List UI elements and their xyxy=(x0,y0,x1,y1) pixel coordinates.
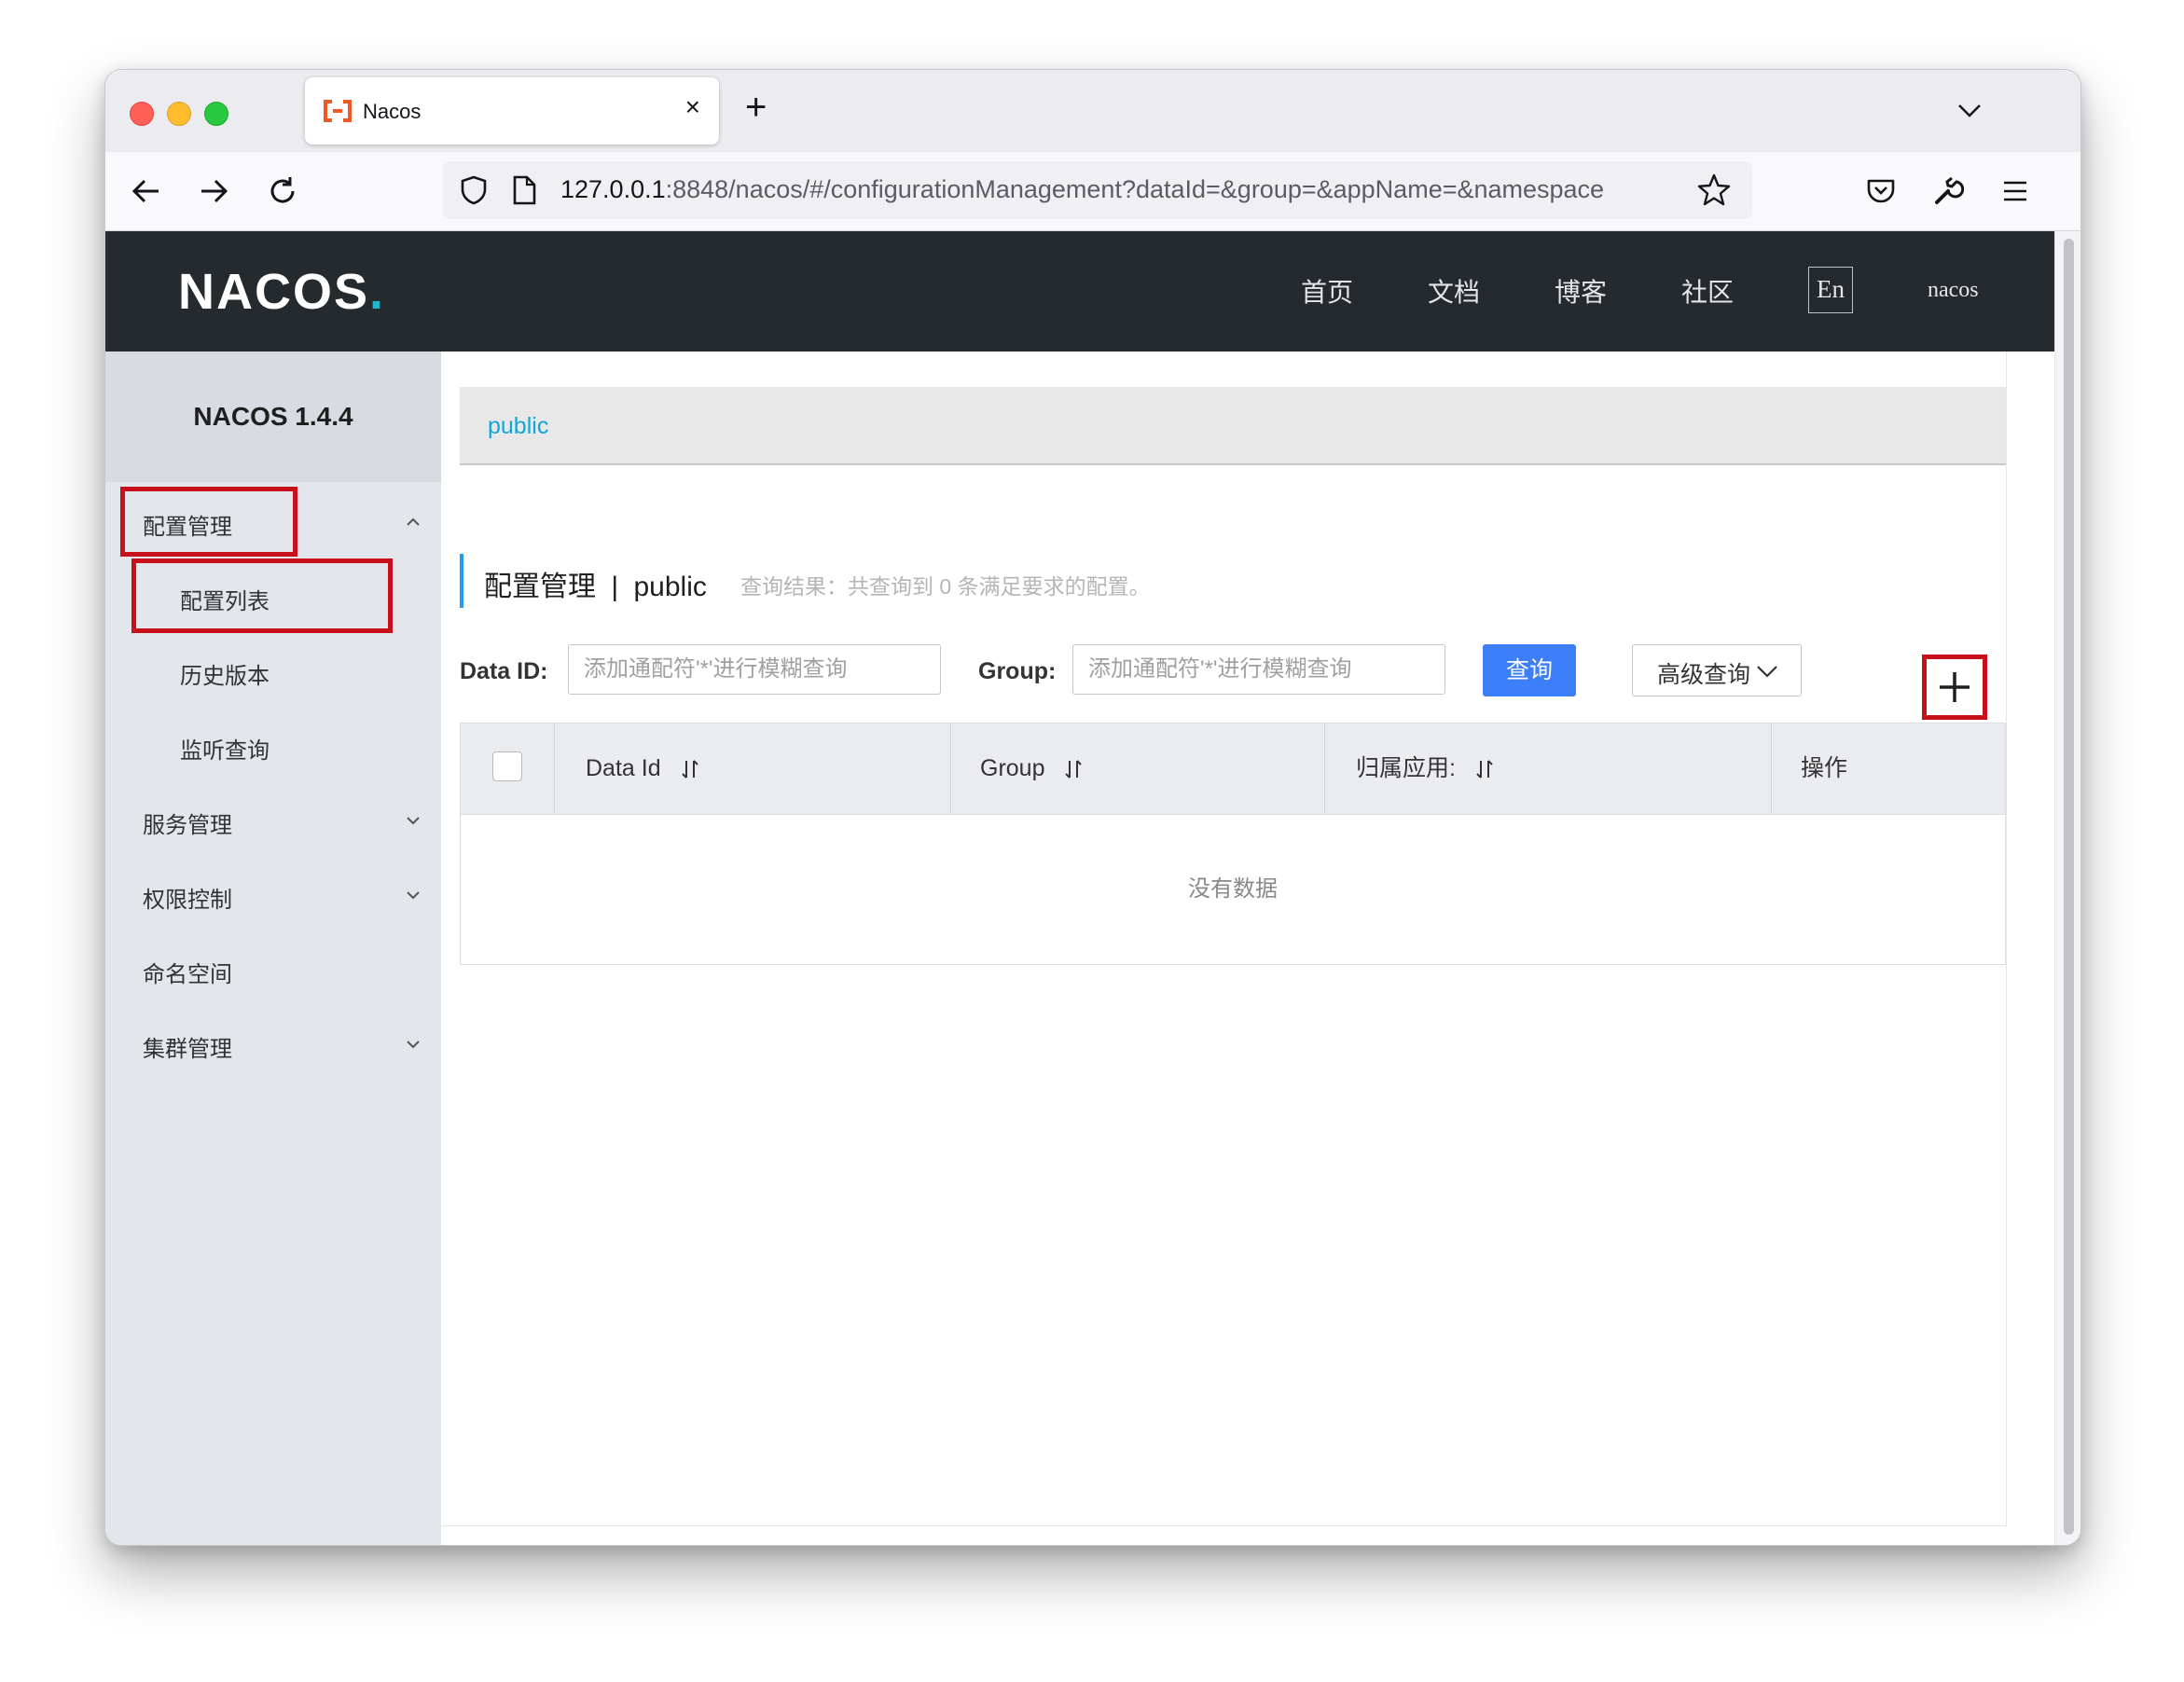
page-title: 配置管理 | public xyxy=(484,563,707,604)
select-all-checkbox[interactable] xyxy=(492,751,522,781)
menu-listen-query[interactable]: 监听查询 xyxy=(180,732,270,765)
highlight-box-config-management xyxy=(120,487,297,557)
url-host: 127.0.0.1 xyxy=(560,175,666,203)
advanced-query-button[interactable]: 高级查询 xyxy=(1632,644,1802,696)
page-title-row: 配置管理 | public 查询结果：共查询到 0 条满足要求的配置。 xyxy=(460,554,1151,608)
content-right-border xyxy=(2006,352,2007,1526)
advanced-query-label: 高级查询 xyxy=(1657,662,1751,688)
url-path: :8848/nacos/#/configurationManagement?da… xyxy=(665,175,1605,203)
chevron-down-icon[interactable] xyxy=(406,816,421,825)
query-result-text: 查询结果：共查询到 0 条满足要求的配置。 xyxy=(740,574,1151,599)
language-switch[interactable]: En xyxy=(1808,267,1853,313)
nacos-favicon-icon xyxy=(324,100,352,122)
logo-text: NACOS xyxy=(178,264,370,320)
table-header: Data Id Group 归属应用: 操作 xyxy=(461,724,2005,815)
list-all-tabs-icon[interactable] xyxy=(1956,96,1984,124)
query-button[interactable]: 查询 xyxy=(1483,644,1576,696)
shield-icon[interactable] xyxy=(458,174,490,206)
address-bar[interactable]: 127.0.0.1:8848/nacos/#/configurationMana… xyxy=(443,161,1752,219)
nav-community[interactable]: 社区 xyxy=(1681,272,1734,310)
menu-auth-control[interactable]: 权限控制 xyxy=(143,881,232,914)
data-id-label: Data ID: xyxy=(460,658,548,684)
menu-namespace[interactable]: 命名空间 xyxy=(143,956,232,988)
bookmark-star-icon[interactable] xyxy=(1696,172,1732,208)
page-scrollbar[interactable] xyxy=(2054,231,2080,1545)
page-title-separator: | xyxy=(611,572,619,602)
chevron-down-icon xyxy=(1757,666,1777,678)
extensions-button[interactable] xyxy=(1926,169,1970,214)
nav-home[interactable]: 首页 xyxy=(1301,272,1353,310)
back-button[interactable] xyxy=(124,169,169,214)
sort-icon[interactable] xyxy=(681,757,699,781)
column-header-actions: 操作 xyxy=(1801,755,1848,781)
menu-cluster-management[interactable]: 集群管理 xyxy=(143,1030,232,1063)
column-divider xyxy=(554,724,555,814)
nav-blog[interactable]: 博客 xyxy=(1555,272,1607,310)
content-bottom-border xyxy=(441,1525,2006,1526)
column-header-data-id[interactable]: Data Id xyxy=(586,724,699,814)
highlight-box-config-list xyxy=(131,558,393,633)
browser-window: Nacos × + 127.0.0.1:8848/nacos/#/configu… xyxy=(104,69,2081,1546)
new-tab-button[interactable]: + xyxy=(745,89,767,126)
nacos-logo[interactable]: NACOS. xyxy=(178,263,385,321)
namespace-public-link[interactable]: public xyxy=(488,413,548,440)
minimize-window-button[interactable] xyxy=(167,102,191,126)
reload-button[interactable] xyxy=(260,169,305,214)
page-title-namespace: public xyxy=(633,572,707,602)
sidebar: NACOS 1.4.4 配置管理 配置列表 历史版本 监听查询 服务管理 权限控… xyxy=(105,352,441,1545)
arrow-right-icon xyxy=(201,179,228,203)
version-label: NACOS 1.4.4 xyxy=(105,352,441,482)
wrench-icon xyxy=(1935,176,1964,204)
reload-icon xyxy=(270,177,295,203)
nav-docs[interactable]: 文档 xyxy=(1428,272,1480,310)
page-title-main: 配置管理 xyxy=(484,572,596,602)
pocket-icon xyxy=(1867,179,1895,203)
column-header-group[interactable]: Group xyxy=(980,724,1083,814)
chevron-down-icon[interactable] xyxy=(406,890,421,900)
add-config-button[interactable] xyxy=(1922,655,1987,720)
logo-dot: . xyxy=(369,264,386,320)
menu-history-version[interactable]: 历史版本 xyxy=(180,657,270,690)
scrollbar-thumb[interactable] xyxy=(2064,239,2074,1535)
group-input[interactable] xyxy=(1072,644,1445,695)
zoom-window-button[interactable] xyxy=(204,102,228,126)
nacos-header: NACOS. 首页 文档 博客 社区 En nacos xyxy=(105,231,2054,352)
column-header-app[interactable]: 归属应用: xyxy=(1356,724,1494,814)
column-divider xyxy=(1771,724,1772,814)
forward-button[interactable] xyxy=(191,169,236,214)
tab-title: Nacos xyxy=(363,100,422,123)
pocket-button[interactable] xyxy=(1859,169,1903,214)
chevron-down-icon[interactable] xyxy=(406,1040,421,1049)
page-viewport: NACOS. 首页 文档 博客 社区 En nacos NACOS 1.4.4 … xyxy=(105,231,2054,1545)
menu-service-management[interactable]: 服务管理 xyxy=(143,807,232,839)
browser-tab-nacos[interactable]: Nacos × xyxy=(305,77,719,145)
table-empty-state: 没有数据 xyxy=(1188,876,1278,902)
url-text[interactable]: 127.0.0.1:8848/nacos/#/configurationMana… xyxy=(560,175,1689,204)
namespace-bar: public xyxy=(460,387,2006,465)
sort-icon[interactable] xyxy=(1475,757,1494,781)
data-id-input[interactable] xyxy=(568,644,941,695)
close-window-button[interactable] xyxy=(130,102,154,126)
browser-toolbar: 127.0.0.1:8848/nacos/#/configurationMana… xyxy=(105,152,2080,231)
column-divider xyxy=(1324,724,1325,814)
group-label: Group: xyxy=(978,658,1057,684)
hamburger-menu-icon xyxy=(2004,181,2026,201)
config-table: Data Id Group 归属应用: 操作 没有数据 xyxy=(460,723,2006,965)
column-divider xyxy=(950,724,951,814)
arrow-left-icon xyxy=(131,179,159,203)
user-menu[interactable]: nacos xyxy=(1928,278,1979,303)
sort-icon[interactable] xyxy=(1064,757,1083,781)
column-label-app: 归属应用: xyxy=(1356,755,1456,781)
column-label-data-id: Data Id xyxy=(586,755,661,781)
plus-icon xyxy=(1940,672,1970,702)
page-info-icon[interactable] xyxy=(510,174,538,206)
column-label-group: Group xyxy=(980,755,1045,781)
browser-tab-strip: Nacos × + xyxy=(105,70,2080,152)
chevron-up-icon[interactable] xyxy=(406,517,421,527)
tab-close-icon[interactable]: × xyxy=(685,94,700,120)
app-menu-button[interactable] xyxy=(1993,169,2038,214)
